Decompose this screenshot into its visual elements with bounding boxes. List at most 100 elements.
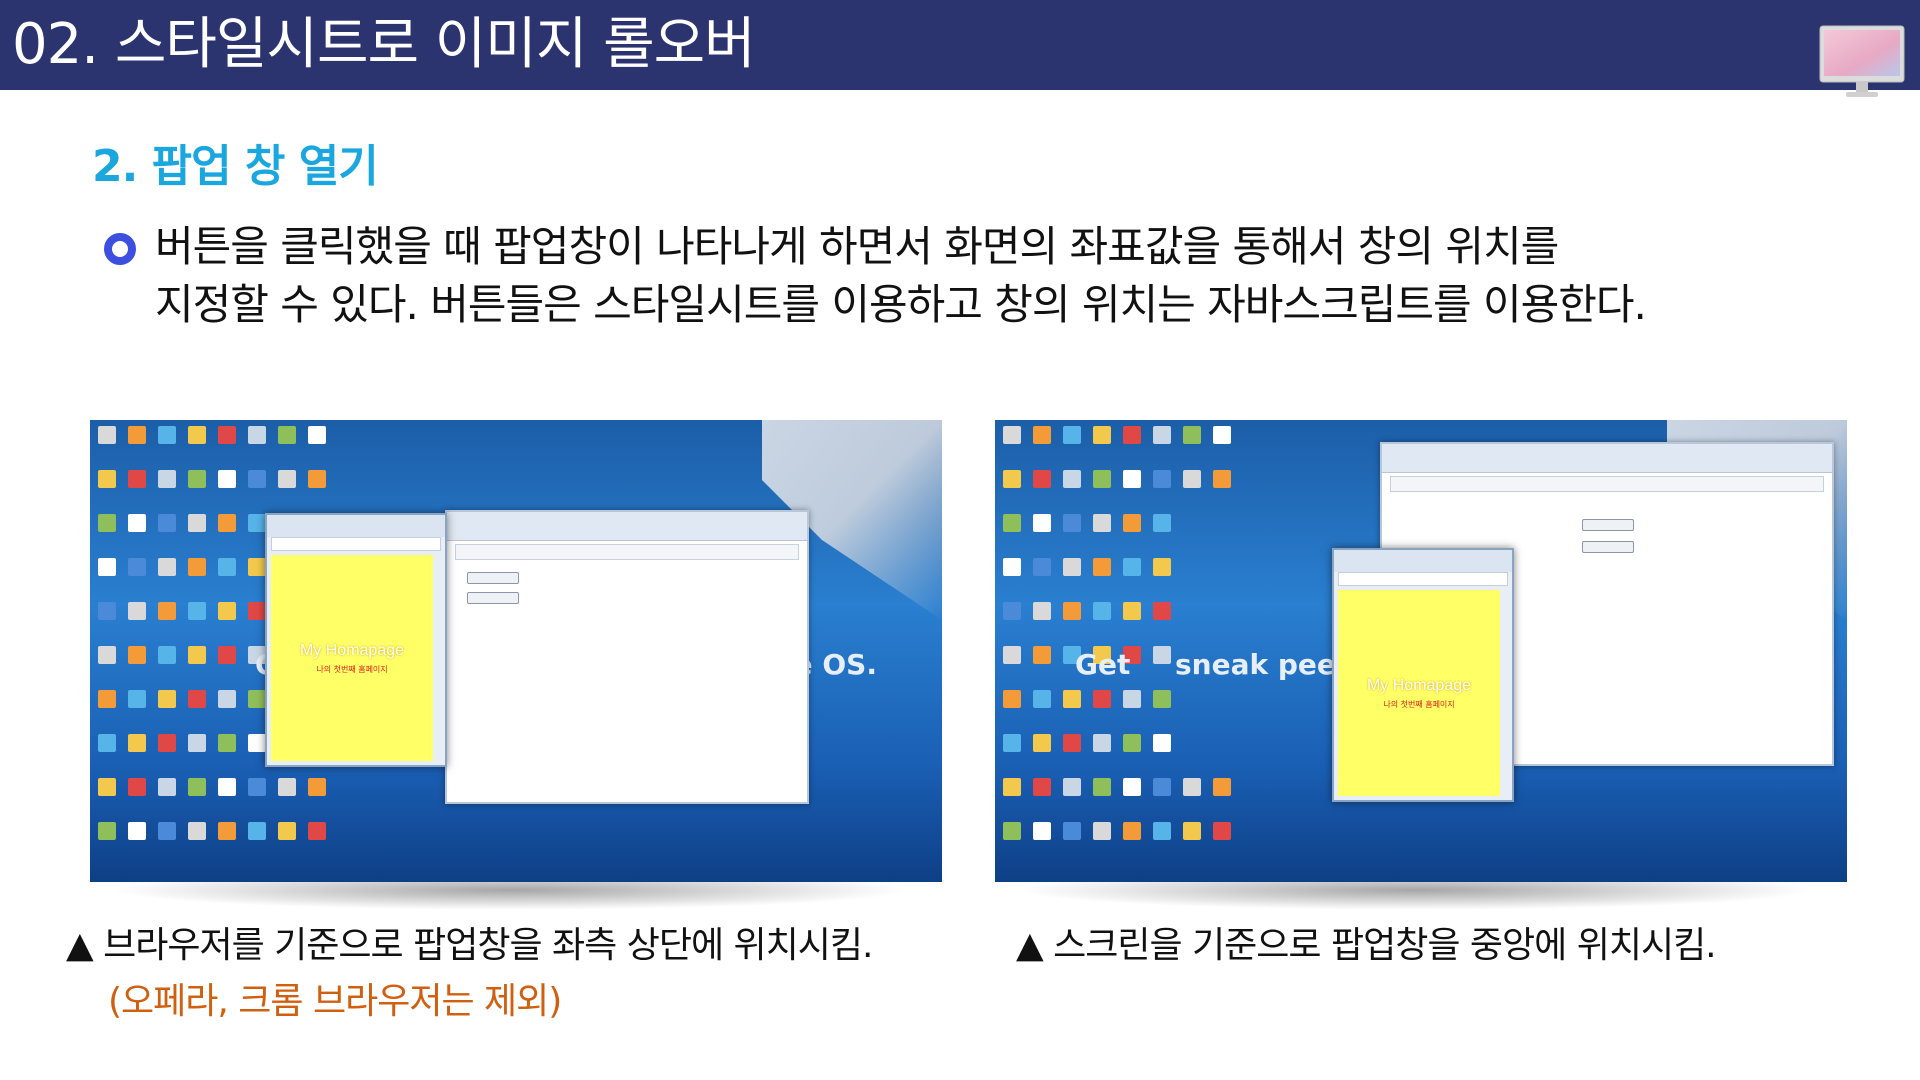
desktop-shortcut-icon [1003, 426, 1021, 444]
popup-body: My Homapage 나의 첫번째 홈페이지 [271, 555, 433, 761]
desktop-shortcut-icon [1123, 778, 1141, 796]
desktop-shortcut-icon [158, 822, 176, 840]
desktop-shortcut-icon [128, 514, 146, 532]
desktop-shortcut-icon [188, 822, 206, 840]
desktop-shortcut-icon [1063, 690, 1081, 708]
desktop-shortcut-icon [1063, 558, 1081, 576]
desktop-shortcut-icon [1153, 778, 1171, 796]
desktop-shortcut-icon [188, 470, 206, 488]
desktop-shortcut-icon [128, 734, 146, 752]
desktop-shortcut-icon [98, 470, 116, 488]
description-paragraph: 버튼을 클릭했을 때 팝업창이 나타나게 하면서 화면의 좌표값을 통해서 창의… [155, 218, 1895, 334]
right-caption: ▲ 스크린을 기준으로 팝업창을 중앙에 위치시킴. [1016, 925, 1717, 966]
desktop-shortcut-icon [278, 470, 296, 488]
desktop-shortcut-icon [1033, 778, 1051, 796]
desktop-shortcut-icon [1153, 822, 1171, 840]
description-line-1: 버튼을 클릭했을 때 팝업창이 나타나게 하면서 화면의 좌표값을 통해서 창의… [155, 222, 1559, 271]
desktop-shortcut-icon [158, 514, 176, 532]
desktop-shortcut-icon [218, 426, 236, 444]
desktop-shortcut-icon [98, 734, 116, 752]
browser-address-bar [455, 544, 799, 560]
desktop-shortcut-icon [248, 558, 266, 576]
desktop-shortcut-icon [1093, 426, 1111, 444]
desktop-shortcut-icon [98, 822, 116, 840]
popup-title-bar [1334, 550, 1512, 572]
desktop-shortcut-icon [1153, 558, 1171, 576]
desktop-shortcut-icon [98, 558, 116, 576]
desktop-shortcut-icon [188, 558, 206, 576]
desktop-shortcut-icon [1183, 426, 1201, 444]
desktop-shortcut-icon [1033, 602, 1051, 620]
left-caption-note: (오페라, 크롬 브라우저는 제외) [108, 981, 562, 1022]
desktop-shortcut-icon [98, 690, 116, 708]
desktop-shortcut-icon [128, 646, 146, 664]
desktop-shortcut-icon [1063, 734, 1081, 752]
desktop-shortcut-icon [1213, 822, 1231, 840]
desktop-shortcut-icon [158, 646, 176, 664]
bullet-circle-icon [104, 233, 136, 265]
top-left-button [467, 572, 519, 584]
desktop-shortcut-icon [1033, 646, 1051, 664]
popup-heading: My Homapage [1366, 676, 1472, 694]
desktop-shortcut-icon [158, 778, 176, 796]
desktop-shortcut-icon [1003, 470, 1021, 488]
desktop-shortcut-icon [158, 470, 176, 488]
desktop-shortcut-icon [1213, 426, 1231, 444]
desktop-shortcut-icon [308, 822, 326, 840]
center-button [467, 592, 519, 604]
desktop-wallpaper-text-2: Get [1075, 648, 1131, 681]
desktop-shortcut-icon [278, 778, 296, 796]
desktop-shortcut-icon [218, 690, 236, 708]
desktop-shortcut-icon [98, 602, 116, 620]
right-popup-window: My Homapage 나의 첫번째 홈페이지 [1332, 548, 1514, 802]
desktop-shortcut-icon [218, 646, 236, 664]
desktop-shortcut-icon [1003, 822, 1021, 840]
desktop-shortcut-icon [308, 426, 326, 444]
desktop-wallpaper-text: sneak peek [1175, 648, 1355, 681]
desktop-shortcut-icon [1123, 734, 1141, 752]
desktop-shortcut-icon [1033, 822, 1051, 840]
desktop-shortcut-icon [248, 602, 266, 620]
desktop-shortcut-icon [248, 778, 266, 796]
desktop-shortcut-icon [188, 778, 206, 796]
desktop-shortcut-icon [98, 514, 116, 532]
desktop-shortcut-icon [1033, 470, 1051, 488]
desktop-shortcut-icon [188, 734, 206, 752]
desktop-shortcut-icon [1063, 602, 1081, 620]
desktop-shortcut-icon [1123, 426, 1141, 444]
desktop-shortcut-icon [1003, 734, 1021, 752]
desktop-shortcut-icon [188, 426, 206, 444]
desktop-shortcut-icon [1003, 646, 1021, 664]
left-caption: ▲ 브라우저를 기준으로 팝업창을 좌측 상단에 위치시킴. [66, 925, 873, 966]
browser-tab-bar [1382, 444, 1832, 473]
center-button [1582, 541, 1634, 553]
desktop-shortcut-icon [188, 514, 206, 532]
desktop-shortcut-icon [98, 426, 116, 444]
desktop-shortcut-icon [218, 822, 236, 840]
desktop-shortcut-icon [128, 558, 146, 576]
desktop-shortcut-icon [158, 734, 176, 752]
popup-body: My Homapage 나의 첫번째 홈페이지 [1338, 590, 1500, 796]
desktop-shortcut-icon [218, 778, 236, 796]
desktop-shortcut-icon [248, 426, 266, 444]
desktop-shortcut-icon [1213, 470, 1231, 488]
desktop-shortcut-icon [248, 514, 266, 532]
desktop-shortcut-icon [218, 734, 236, 752]
desktop-shortcut-icon [1093, 778, 1111, 796]
left-popup-window: My Homapage 나의 첫번째 홈페이지 [265, 513, 447, 767]
desktop-shortcut-icon [1153, 734, 1171, 752]
desktop-shortcut-icon [128, 426, 146, 444]
desktop-shortcut-icon [1063, 822, 1081, 840]
desktop-shortcut-icon [1003, 558, 1021, 576]
desktop-shortcut-icon [1003, 778, 1021, 796]
desktop-shortcut-icon [218, 514, 236, 532]
desktop-shortcut-icon [1123, 514, 1141, 532]
popup-subtitle: 나의 첫번째 홈페이지 [316, 664, 388, 674]
browser-address-bar [1390, 476, 1824, 492]
desktop-shortcut-icon [1153, 602, 1171, 620]
desktop-shortcut-icon [1093, 734, 1111, 752]
desktop-shortcut-icon [128, 470, 146, 488]
desktop-shortcut-icon [248, 734, 266, 752]
desktop-shortcut-icon [1033, 514, 1051, 532]
desktop-shortcut-icon [158, 558, 176, 576]
